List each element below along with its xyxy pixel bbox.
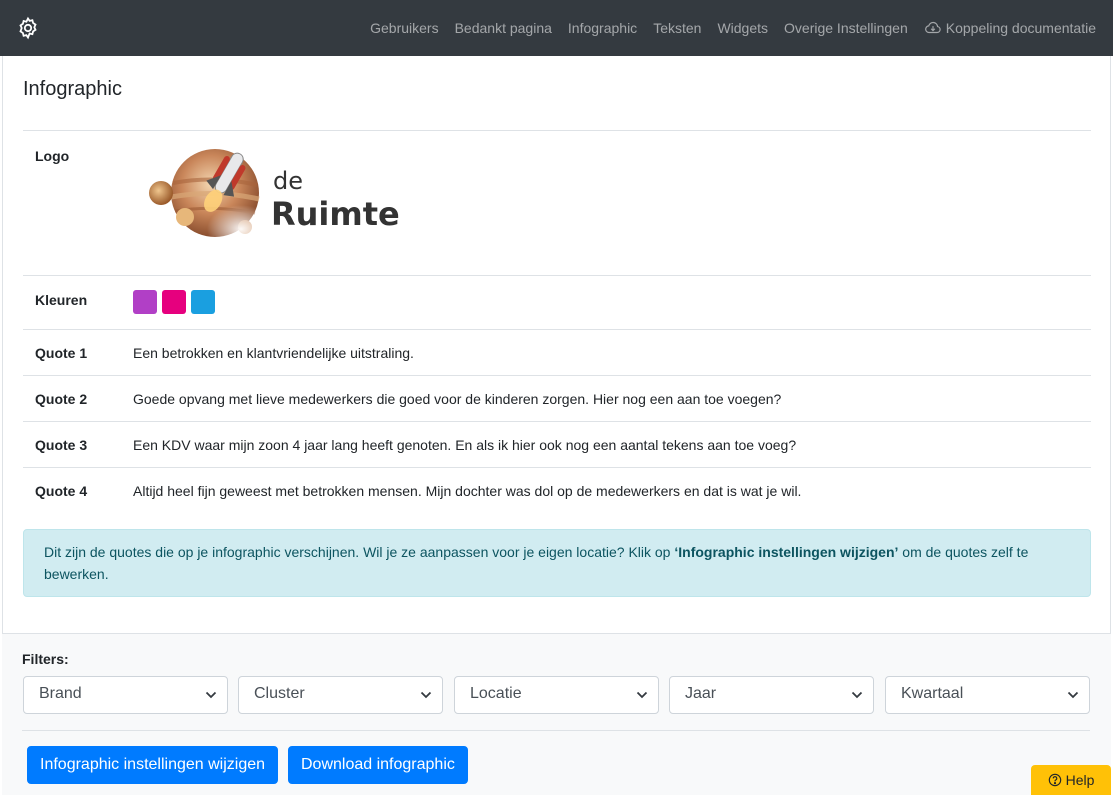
infographic-card: Infographic Logo de Ruimte Kleuren Quote… xyxy=(2,56,1111,633)
quote-text: Altijd heel fijn geweest met betrokken m… xyxy=(133,482,802,499)
quote-text: Een KDV waar mijn zoon 4 jaar lang heeft… xyxy=(133,436,797,453)
alert-text: Dit zijn de quotes die op je infographic… xyxy=(44,544,675,560)
colors-cell xyxy=(133,276,1091,329)
quote-text: Een betrokken en klantvriendelijke uitst… xyxy=(133,344,414,361)
row-label: Logo xyxy=(35,148,70,164)
alert-emphasis: ‘Infographic instellingen wijzigen’ xyxy=(674,544,899,560)
select-value: Locatie xyxy=(470,685,522,702)
nav-item-teksten[interactable]: Teksten xyxy=(653,20,701,36)
logo-image: de Ruimte xyxy=(133,131,433,261)
nav-item-overige-instellingen[interactable]: Overige Instellingen xyxy=(784,20,908,36)
nav-item-label: Teksten xyxy=(653,20,702,36)
table-row-colors: Kleuren xyxy=(23,275,1091,329)
nav-item-label: Overige Instellingen xyxy=(784,20,908,36)
table-row-quote: Quote 2 Goede opvang met lieve medewerke… xyxy=(23,375,1091,421)
table-row-quote: Quote 1 Een betrokken en klantvriendelij… xyxy=(23,329,1091,375)
row-label: Quote 3 xyxy=(35,436,88,453)
row-label: Kleuren xyxy=(35,292,88,308)
nav-item-label: Widgets xyxy=(717,20,769,36)
nav-item-gebruikers[interactable]: Gebruikers xyxy=(370,20,438,36)
logo-cell: de Ruimte xyxy=(133,131,1091,275)
nav-item-bedankt-pagina[interactable]: Bedankt pagina xyxy=(455,20,552,36)
button-label: Infographic instellingen wijzigen xyxy=(40,756,266,773)
jaar-select[interactable]: Jaar xyxy=(669,676,874,714)
cluster-select[interactable]: Cluster xyxy=(238,676,443,714)
gear-icon[interactable] xyxy=(16,16,40,40)
logo-text-small: de xyxy=(273,167,303,195)
chevron-down-icon xyxy=(851,691,863,699)
select-value: Jaar xyxy=(685,685,717,702)
kwartaal-select[interactable]: Kwartaal xyxy=(885,676,1090,714)
row-label: Quote 4 xyxy=(35,482,88,499)
select-value: Cluster xyxy=(254,685,305,702)
logo-text-big: Ruimte xyxy=(271,195,400,233)
chevron-down-icon xyxy=(205,691,217,699)
table-row-quote: Quote 3 Een KDV waar mijn zoon 4 jaar la… xyxy=(23,421,1091,467)
edit-infographic-settings-button[interactable]: Infographic instellingen wijzigen xyxy=(27,746,279,784)
info-alert: Dit zijn de quotes die op je infographic… xyxy=(23,529,1091,597)
main-nav: Gebruikers Bedankt pagina Infographic Te… xyxy=(354,0,1096,56)
top-navbar: Gebruikers Bedankt pagina Infographic Te… xyxy=(0,0,1113,56)
nav-item-label: Infographic xyxy=(567,20,638,36)
nav-item-label: Gebruikers xyxy=(370,20,439,36)
nav-item-label: Koppeling documentatie xyxy=(945,20,1096,36)
row-label: Quote 1 xyxy=(35,344,88,361)
download-infographic-button[interactable]: Download infographic xyxy=(288,746,468,784)
page-title: Infographic xyxy=(23,78,122,100)
nav-item-label: Bedankt pagina xyxy=(454,20,552,36)
filters-panel: Filters: Brand Cluster Locatie Jaar Kwar… xyxy=(2,633,1111,795)
chevron-down-icon xyxy=(420,691,432,699)
select-value: Kwartaal xyxy=(901,685,964,702)
row-label: Quote 2 xyxy=(35,390,88,407)
help-button[interactable]: Help xyxy=(1031,765,1111,795)
color-swatch xyxy=(133,290,157,314)
nav-item-koppeling-documentatie[interactable]: Koppeling documentatie xyxy=(924,19,1096,37)
color-swatch xyxy=(191,290,215,314)
nav-item-infographic[interactable]: Infographic xyxy=(568,20,637,36)
filters-label: Filters: xyxy=(22,651,69,667)
locatie-select[interactable]: Locatie xyxy=(454,676,659,714)
chevron-down-icon xyxy=(636,691,648,699)
color-swatch xyxy=(162,290,186,314)
button-label: Download infographic xyxy=(301,756,455,773)
brand-select[interactable]: Brand xyxy=(23,676,228,714)
question-circle-icon xyxy=(1048,773,1061,787)
help-label: Help xyxy=(1065,772,1095,788)
select-value: Brand xyxy=(39,685,82,702)
divider xyxy=(22,730,1090,731)
table-row-logo: Logo de Ruimte xyxy=(23,130,1091,275)
settings-table: Logo de Ruimte Kleuren Quote 1 Een betro… xyxy=(23,130,1091,513)
table-row-quote: Quote 4 Altijd heel fijn geweest met bet… xyxy=(23,467,1091,513)
quote-text: Goede opvang met lieve medewerkers die g… xyxy=(133,390,782,407)
nav-item-widgets[interactable]: Widgets xyxy=(717,20,768,36)
cloud-download-icon xyxy=(924,21,941,34)
chevron-down-icon xyxy=(1067,691,1079,699)
